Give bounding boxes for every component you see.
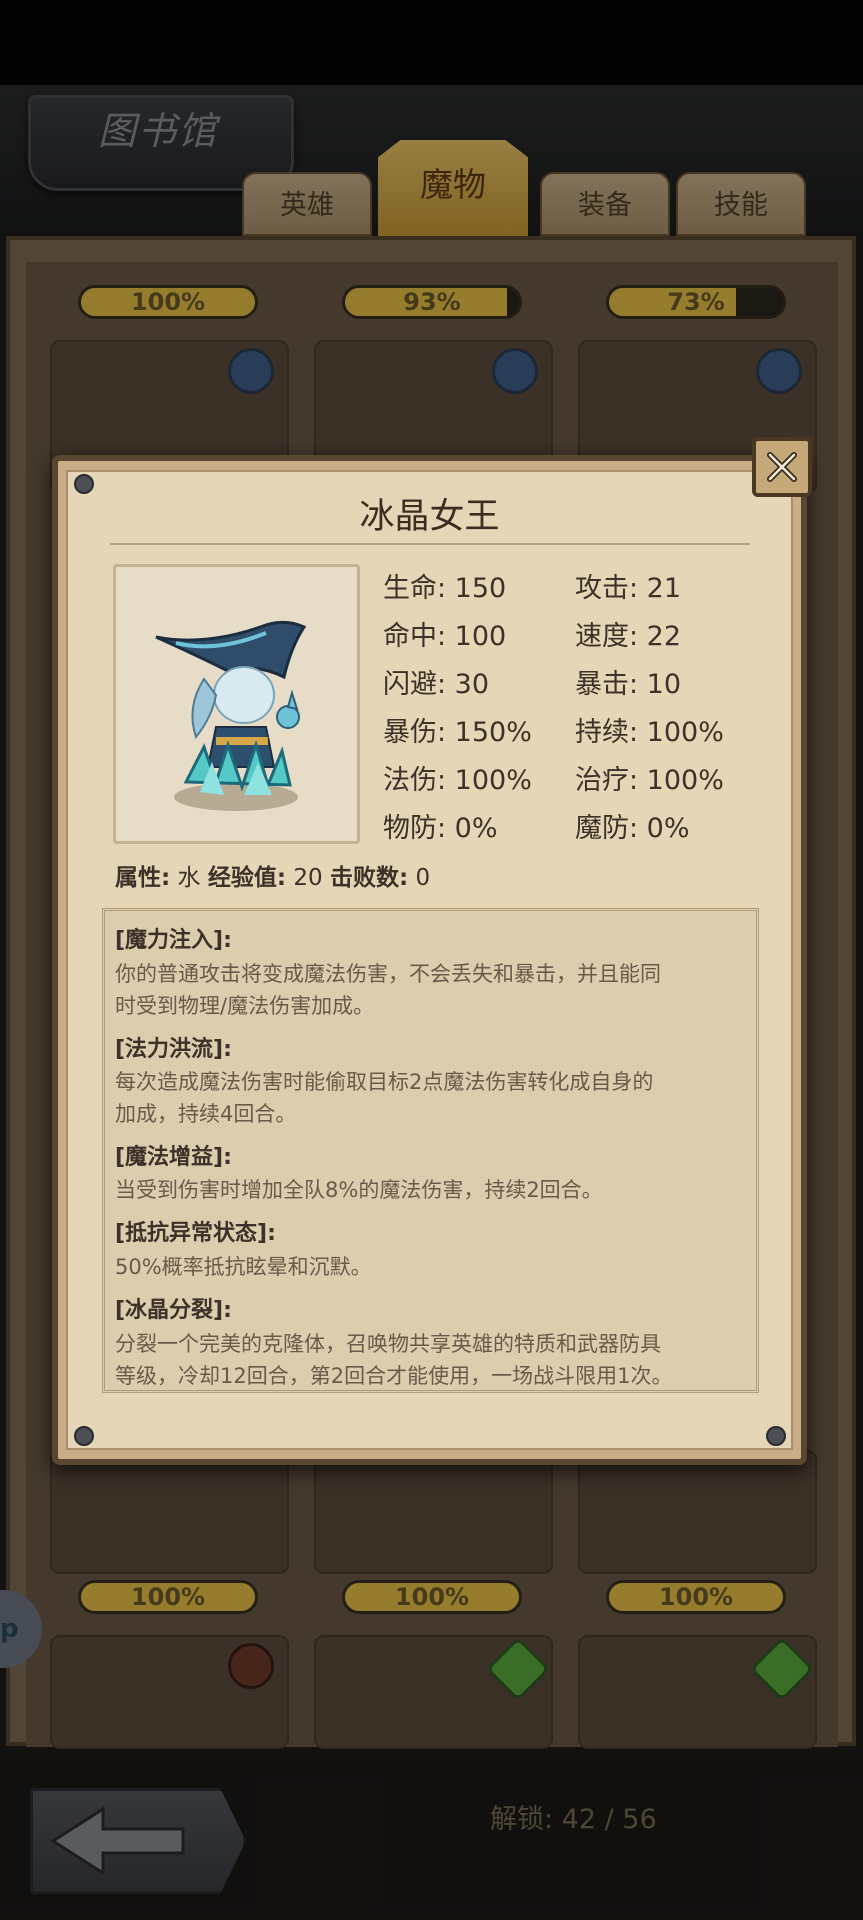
monster-portrait [113,564,360,844]
stat-healing: 治疗: 100% [575,765,724,796]
skill-name: [魔法增益]: [115,1145,232,1170]
stat-dodge: 闪避: 30 [383,669,490,700]
skill-description-line: 你的普通攻击将变成魔法伤害，不会丢失和暴击，并且能同 [115,962,661,986]
stat-attack: 攻击: 21 [575,573,682,604]
attribute-label: 属性: [115,865,171,891]
title-divider [110,543,750,545]
exp-value: 20 [293,865,323,891]
stat-hit: 命中: 100 [383,621,507,652]
skill-name: [抵抗异常状态]: [115,1221,276,1246]
stat-crit-damage: 暴伤: 150% [383,717,532,748]
ice-queen-image [155,620,307,811]
corner-rivet [74,1426,94,1446]
skill-name: [冰晶分裂]: [115,1298,232,1323]
close-icon [767,452,797,482]
skill-description: 50%概率抵抗眩晕和沉默。 [115,1251,755,1283]
skill-description: 当受到伤害时增加全队8%的魔法伤害，持续2回合。 [115,1174,755,1206]
stat-speed: 速度: 22 [575,621,682,652]
stat-magic-def: 魔防: 0% [575,813,690,844]
skill-name: [法力洪流]: [115,1037,232,1062]
skill-description: 你的普通攻击将变成魔法伤害，不会丢失和暴击，并且能同 时受到物理/魔法伤害加成。 [115,958,755,1022]
skill-description-line: 等级，冷却12回合，第2回合才能使用，一场战斗限用1次。 [115,1364,673,1388]
skill-description: 分裂一个完美的克隆体，召唤物共享英雄的特质和武器防具 等级，冷却12回合，第2回… [115,1328,755,1392]
skill-description-line: 分裂一个完美的克隆体，召唤物共享英雄的特质和武器防具 [115,1332,661,1356]
skill-description-line: 时受到物理/魔法伤害加成。 [115,994,375,1018]
stat-magic-damage: 法伤: 100% [383,765,532,796]
skill-description: 每次造成魔法伤害时能偷取目标2点魔法伤害转化成自身的 加成，持续4回合。 [115,1066,755,1130]
exp-label: 经验值: [207,865,287,891]
stat-hp: 生命: 150 [383,573,507,604]
stat-phys-def: 物防: 0% [383,813,498,844]
skill-description-line: 加成，持续4回合。 [115,1102,297,1126]
defeats-label: 击败数: [329,865,409,891]
skill-description-line: 50%概率抵抗眩晕和沉默。 [115,1255,372,1279]
skill-name: [魔力注入]: [115,928,232,953]
defeats-value: 0 [415,865,431,891]
attribute-value: 水 [177,865,201,891]
stat-crit: 暴击: 10 [575,669,682,700]
stat-duration: 持续: 100% [575,717,724,748]
monster-name: 冰晶女王 [359,497,500,537]
skill-description-line: 每次造成魔法伤害时能偷取目标2点魔法伤害转化成自身的 [115,1070,654,1094]
skill-description-line: 当受到伤害时增加全队8%的魔法伤害，持续2回合。 [115,1178,603,1202]
corner-rivet [766,1426,786,1446]
monster-info-line: 属性: 水 经验值: 20 击败数: 0 [115,858,430,892]
